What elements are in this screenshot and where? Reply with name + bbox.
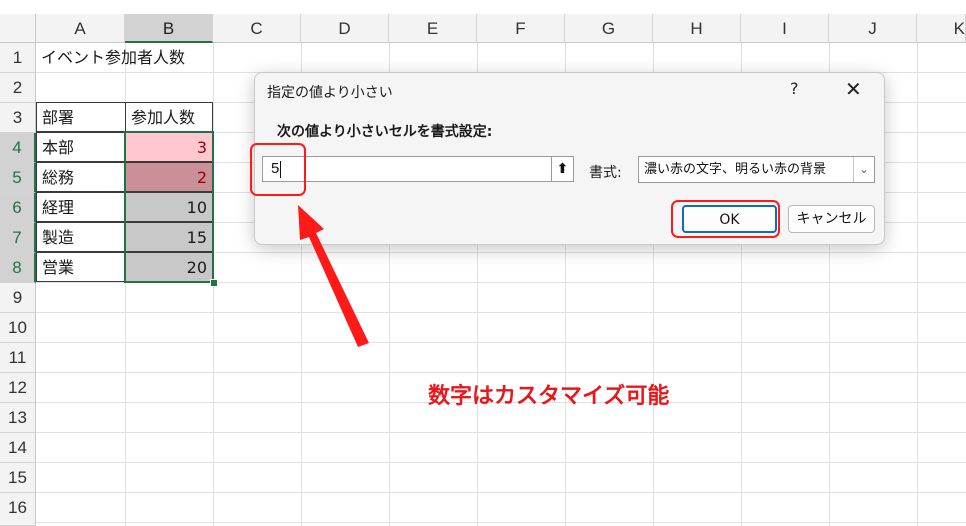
annotation-text: 数字はカスタマイズ可能: [428, 384, 670, 409]
annotation-arrow: [298, 205, 369, 347]
arrow-icon: [298, 205, 369, 347]
